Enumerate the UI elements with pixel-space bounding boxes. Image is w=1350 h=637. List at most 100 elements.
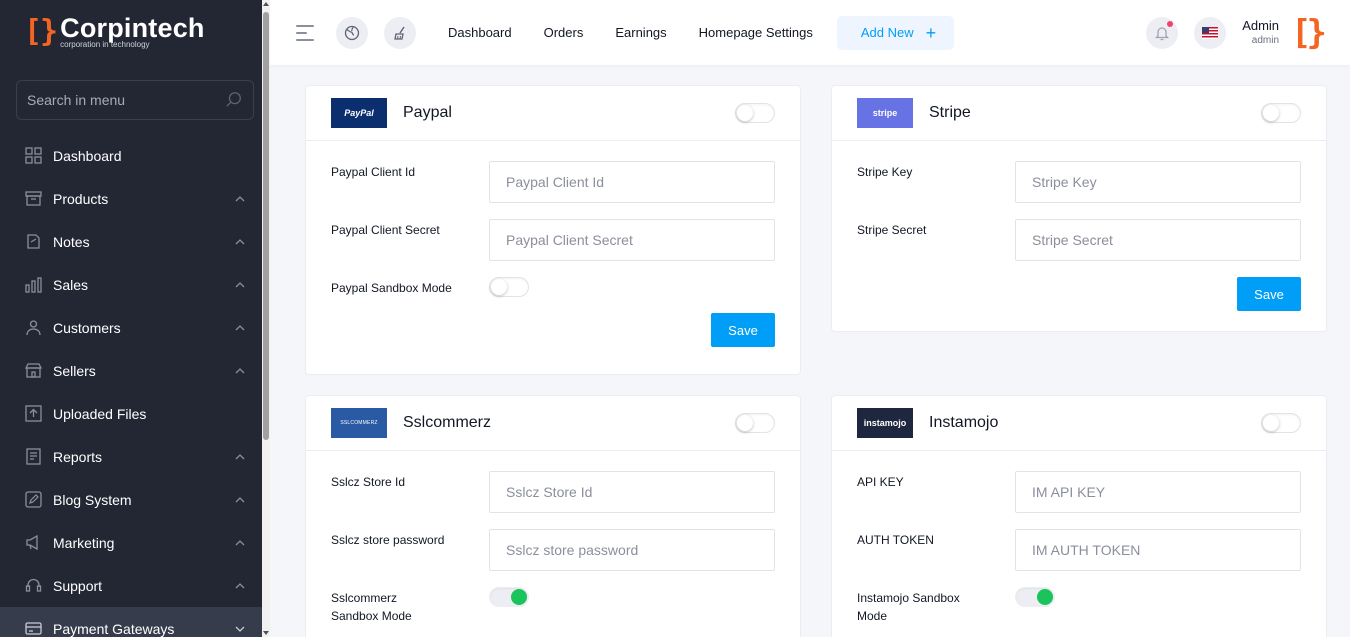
stripe-card-header: stripe Stripe [832, 86, 1326, 141]
language-button[interactable] [1194, 16, 1227, 49]
sidebar-item-products[interactable]: Products [0, 177, 270, 220]
globe-icon [344, 25, 360, 40]
avatar-brand-icon[interactable]: [} [1291, 16, 1327, 50]
search-icon[interactable] [225, 91, 243, 109]
sslcommerz-sandbox-row: Sslcommerz Sandbox Mode [331, 587, 775, 625]
paypal-sandbox-label: Paypal Sandbox Mode [331, 281, 452, 295]
sslcommerz-title: Sslcommerz [403, 414, 492, 431]
sslcommerz-logo: SSLCOMMERZ [331, 408, 387, 438]
topbar-right: Admin admin [} [1146, 16, 1327, 50]
sidebar-item-sellers[interactable]: Sellers [0, 349, 270, 392]
user-info[interactable]: Admin admin [1242, 18, 1279, 48]
marketing-icon [24, 534, 42, 552]
nav-homepage-settings[interactable]: Homepage Settings [699, 25, 813, 40]
sidebar-item-label: Customers [53, 319, 121, 336]
sslcz-store-id-row: Sslcz Store Id [331, 471, 775, 513]
stripe-secret-input[interactable] [1015, 219, 1301, 261]
sslcommerz-card-body: Sslcz Store Id Sslcz store password Sslc… [306, 451, 800, 637]
paypal-client-id-row: Paypal Client Id [331, 161, 775, 203]
scroll-up-arrow-icon[interactable] [263, 2, 269, 6]
sidebar-item-uploaded-files[interactable]: Uploaded Files [0, 392, 270, 435]
globe-button[interactable] [336, 16, 368, 49]
stripe-actions: Save [857, 277, 1301, 311]
nav-dashboard[interactable]: Dashboard [448, 25, 512, 40]
user-role: admin [1251, 34, 1280, 46]
chevron-up-icon [235, 238, 245, 244]
im-api-key-label: API KEY [857, 475, 904, 489]
stripe-key-input[interactable] [1015, 161, 1301, 203]
paypal-client-id-label: Paypal Client Id [331, 165, 416, 179]
paypal-title: Paypal [403, 104, 452, 121]
paypal-client-secret-row: Paypal Client Secret [331, 219, 775, 261]
instamojo-sandbox-toggle[interactable] [1015, 587, 1055, 607]
topbar: Dashboard Orders Earnings Homepage Setti… [270, 0, 1350, 65]
sidebar-search [16, 80, 254, 120]
notifications-button[interactable] [1146, 16, 1179, 49]
sidebar-item-label: Marketing [53, 534, 115, 551]
nav-earnings[interactable]: Earnings [615, 25, 666, 40]
clear-cache-button[interactable] [384, 16, 416, 49]
sslcommerz-sandbox-toggle[interactable] [489, 587, 529, 607]
instamojo-logo-text: instamojo [863, 418, 907, 428]
sidebar-item-payment-gateways[interactable]: Payment Gateways [0, 607, 270, 637]
sidebar-item-dashboard[interactable]: Dashboard [0, 134, 270, 177]
bell-icon [1155, 26, 1170, 40]
reports-icon [24, 448, 42, 466]
sidebar-item-marketing[interactable]: Marketing [0, 521, 270, 564]
sidebar-item-label: Dashboard [53, 147, 122, 164]
paypal-sandbox-toggle[interactable] [489, 277, 529, 297]
paypal-enable-toggle[interactable] [735, 103, 775, 123]
brand-text: Corpintech corporation in technology [60, 13, 205, 50]
sidebar-item-reports[interactable]: Reports [0, 435, 270, 478]
stripe-key-row: Stripe Key [857, 161, 1301, 203]
chevron-up-icon [235, 195, 245, 201]
instamojo-card: instamojo Instamojo API KEY AUTH TOKEN [831, 395, 1327, 637]
chevron-up-icon [235, 281, 245, 287]
im-auth-token-row: AUTH TOKEN [857, 529, 1301, 571]
sslcommerz-sandbox-label: Sslcommerz Sandbox Mode [331, 591, 412, 623]
broom-icon [394, 26, 405, 40]
menu-toggle-icon[interactable] [296, 24, 314, 41]
sidebar-item-customers[interactable]: Customers [0, 306, 270, 349]
sidebar-item-label: Notes [53, 233, 90, 250]
sidebar-item-label: Sales [53, 276, 89, 293]
paypal-client-secret-label: Paypal Client Secret [331, 223, 440, 237]
sidebar-item-support[interactable]: Support [0, 564, 270, 607]
chevron-up-icon [235, 582, 245, 588]
sslcommerz-enable-toggle[interactable] [735, 413, 775, 433]
sidebar-scrollbar-thumb[interactable] [263, 12, 269, 440]
brand-name: Corpintech [60, 13, 205, 43]
sidebar-search-input[interactable] [27, 92, 225, 108]
sslcz-store-id-input[interactable] [489, 471, 775, 513]
sidebar-item-sales[interactable]: Sales [0, 263, 270, 306]
im-api-key-input[interactable] [1015, 471, 1301, 513]
sidebar-scrollbar[interactable] [262, 0, 270, 637]
support-icon [24, 577, 42, 595]
stripe-enable-toggle[interactable] [1261, 103, 1301, 123]
paypal-logo-text: PayPal [344, 108, 374, 118]
notification-dot [1167, 20, 1174, 27]
sidebar-item-label: Products [53, 190, 109, 207]
paypal-actions: Save [331, 313, 775, 347]
add-new-button[interactable]: Add New + [836, 15, 955, 50]
stripe-secret-label: Stripe Secret [857, 223, 927, 237]
sslcz-store-password-input[interactable] [489, 529, 775, 571]
paypal-client-secret-input[interactable] [489, 219, 775, 261]
instamojo-sandbox-row: Instamojo Sandbox Mode [857, 587, 1301, 625]
scroll-down-arrow-icon[interactable] [263, 631, 269, 635]
customers-icon [24, 319, 42, 337]
sidebar-item-notes[interactable]: Notes [0, 220, 270, 263]
sidebar-item-blog-system[interactable]: Blog System [0, 478, 270, 521]
im-auth-token-input[interactable] [1015, 529, 1301, 571]
sslcz-store-password-label: Sslcz store password [331, 533, 445, 547]
instamojo-enable-toggle[interactable] [1261, 413, 1301, 433]
sslcommerz-card: SSLCOMMERZ Sslcommerz Sslcz Store Id Ssl… [305, 395, 801, 637]
plus-icon: + [925, 22, 937, 43]
nav-orders[interactable]: Orders [544, 25, 584, 40]
paypal-client-id-input[interactable] [489, 161, 775, 203]
stripe-save-button[interactable]: Save [1237, 277, 1301, 311]
brand-logo[interactable]: [} Corpintech corporation in technology [0, 0, 270, 64]
instamojo-logo: instamojo [857, 408, 913, 438]
paypal-save-button[interactable]: Save [711, 313, 775, 347]
main-area: Dashboard Orders Earnings Homepage Setti… [270, 0, 1350, 637]
